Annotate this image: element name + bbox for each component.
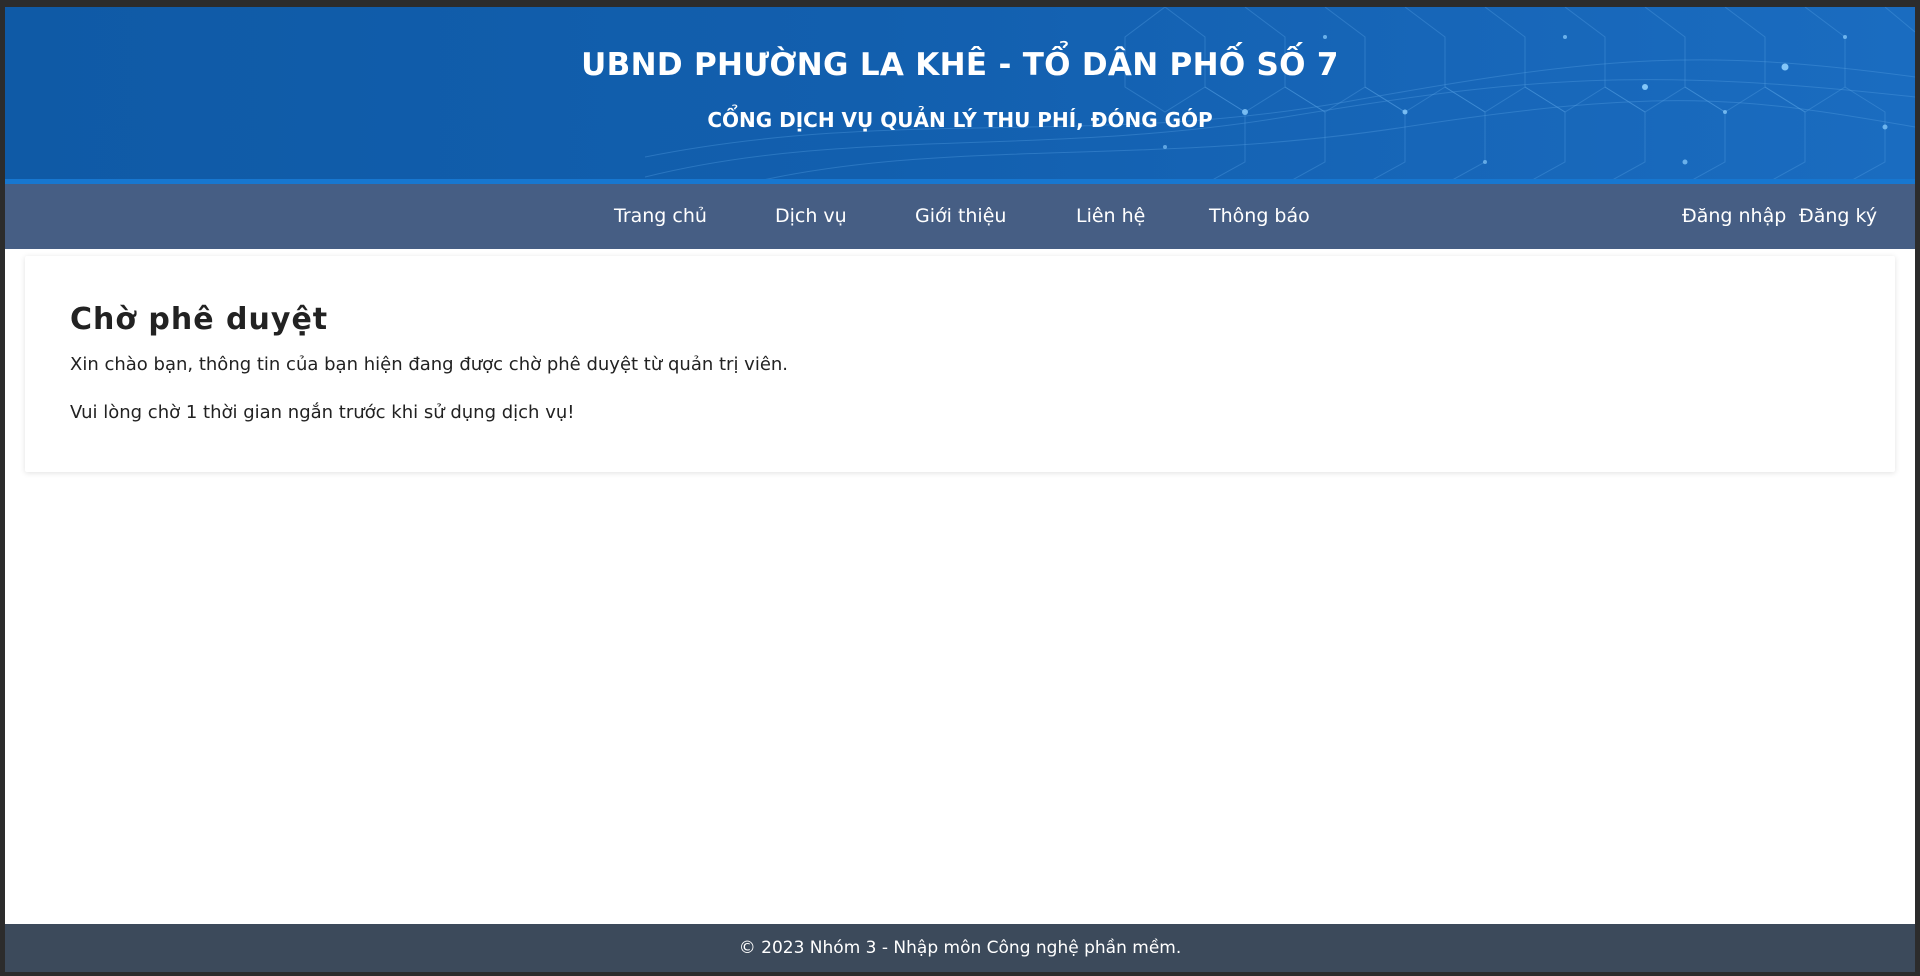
page-footer: © 2023 Nhóm 3 - Nhập môn Công nghệ phần … <box>5 924 1915 972</box>
login-link[interactable]: Đăng nhập <box>1682 184 1786 249</box>
page-title: Chờ phê duyệt <box>70 302 329 337</box>
footer-copyright: © 2023 Nhóm 3 - Nhập môn Công nghệ phần … <box>738 938 1182 958</box>
pending-message: Xin chào bạn, thông tin của bạn hiện đan… <box>70 354 789 375</box>
register-link[interactable]: Đăng ký <box>1799 184 1877 249</box>
nav-item-about[interactable]: Giới thiệu <box>915 184 1006 249</box>
header-banner: UBND PHƯỜNG LA KHÊ - TỔ DÂN PHỐ SỐ 7 CỔN… <box>5 7 1915 184</box>
app-window: UBND PHƯỜNG LA KHÊ - TỔ DÂN PHỐ SỐ 7 CỔN… <box>5 7 1915 972</box>
main-navbar: Trang chủ Dịch vụ Giới thiệu Liên hệ Thô… <box>5 184 1915 249</box>
site-subtitle: CỔNG DỊCH VỤ QUẢN LÝ THU PHÍ, ĐÓNG GÓP <box>707 108 1213 132</box>
nav-item-notifications[interactable]: Thông báo <box>1209 184 1310 249</box>
network-background-graphic <box>645 7 1915 179</box>
nav-item-home[interactable]: Trang chủ <box>614 184 707 249</box>
nav-item-contact[interactable]: Liên hệ <box>1076 184 1145 249</box>
nav-item-services[interactable]: Dịch vụ <box>775 184 847 249</box>
pending-approval-card: Chờ phê duyệt Xin chào bạn, thông tin củ… <box>25 256 1895 472</box>
site-title: UBND PHƯỜNG LA KHÊ - TỔ DÂN PHỐ SỐ 7 <box>581 47 1339 83</box>
wait-message: Vui lòng chờ 1 thời gian ngắn trước khi … <box>70 402 575 423</box>
